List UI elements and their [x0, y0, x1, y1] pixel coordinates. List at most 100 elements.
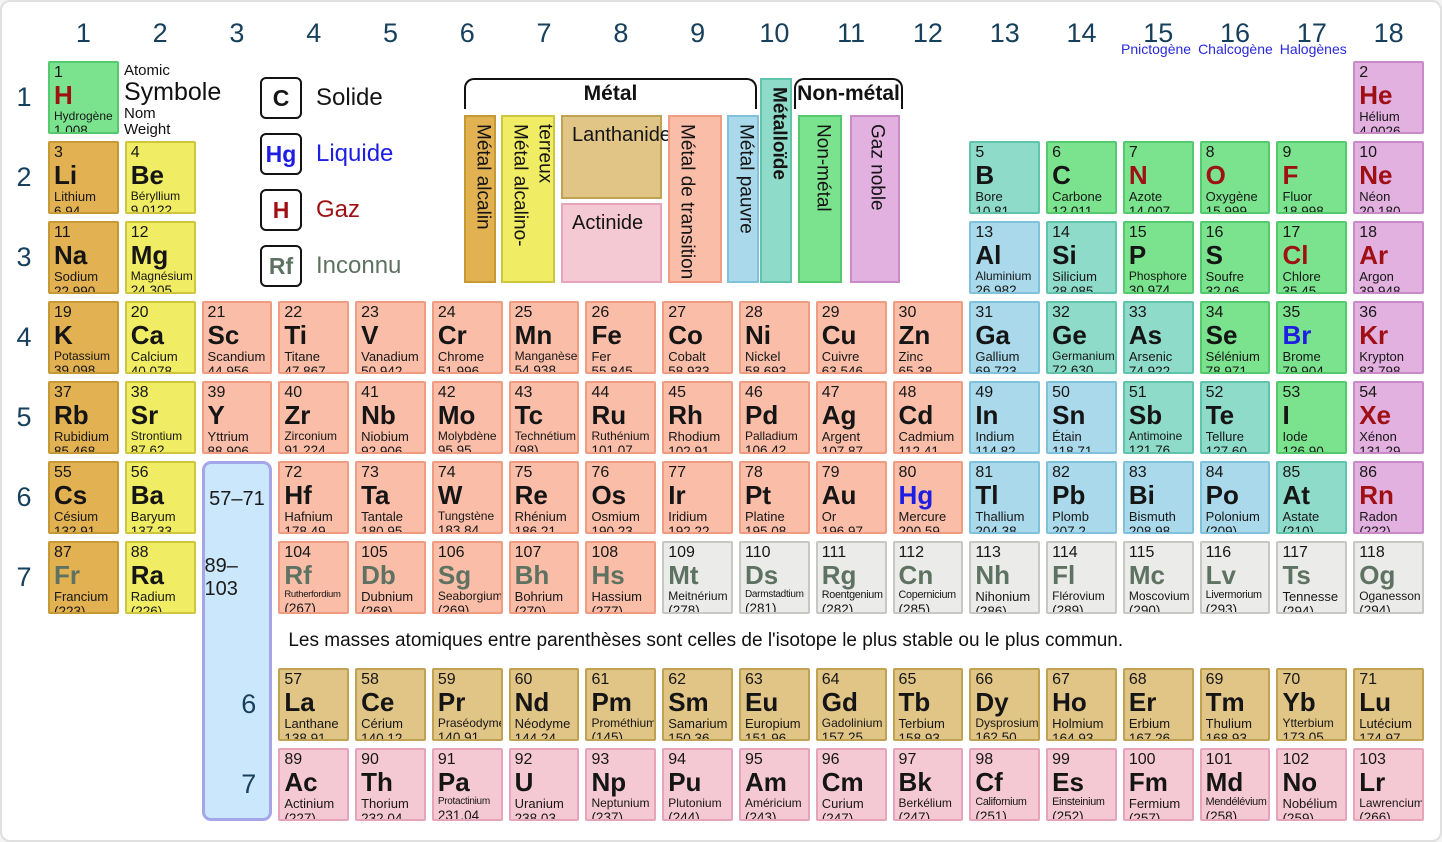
element-cu[interactable]: 29CuCuivre63,546 — [816, 301, 887, 374]
element-tb[interactable]: 65TbTerbium158,93 — [893, 668, 964, 741]
element-hf[interactable]: 72HfHafnium178,49 — [278, 461, 349, 534]
element-ir[interactable]: 77IrIridium192,22 — [662, 461, 733, 534]
element-s[interactable]: 16SSoufre32,06 — [1200, 221, 1271, 294]
element-b[interactable]: 5BBore10,81 — [969, 141, 1040, 214]
element-ho[interactable]: 67HoHolmium164,93 — [1046, 668, 1117, 741]
element-na[interactable]: 11NaSodium22,990 — [48, 221, 119, 294]
element-rb[interactable]: 37RbRubidium85,468 — [48, 381, 119, 454]
element-pu[interactable]: 94PuPlutonium(244) — [662, 748, 733, 821]
element-re[interactable]: 75ReRhénium186,21 — [509, 461, 580, 534]
element-sc[interactable]: 21ScScandium44,956 — [202, 301, 273, 374]
element-kr[interactable]: 36KrKrypton83,798 — [1353, 301, 1424, 374]
element-y[interactable]: 39YYttrium88,906 — [202, 381, 273, 454]
element-ac[interactable]: 89AcActinium(227) — [278, 748, 349, 821]
element-be[interactable]: 4BeBéryllium9,0122 — [125, 141, 196, 214]
element-ag[interactable]: 47AgArgent107,87 — [816, 381, 887, 454]
element-bk[interactable]: 97BkBerkélium(247) — [893, 748, 964, 821]
element-db[interactable]: 105DbDubnium(268) — [355, 541, 426, 614]
element-cn[interactable]: 112CnCopernicium(285) — [893, 541, 964, 614]
element-cf[interactable]: 98CfCalifornium(251) — [969, 748, 1040, 821]
element-ge[interactable]: 32GeGermanium72,630 — [1046, 301, 1117, 374]
element-u[interactable]: 92UUranium238,03 — [509, 748, 580, 821]
element-am[interactable]: 95AmAméricium(243) — [739, 748, 810, 821]
element-te[interactable]: 52TeTellure127,60 — [1200, 381, 1271, 454]
element-o[interactable]: 8OOxygène15,999 — [1200, 141, 1271, 214]
element-zn[interactable]: 30ZnZinc65,38 — [893, 301, 964, 374]
element-es[interactable]: 99EsEinsteinium(252) — [1046, 748, 1117, 821]
element-i[interactable]: 53IIode126,90 — [1276, 381, 1347, 454]
element-lv[interactable]: 116LvLivermorium(293) — [1200, 541, 1271, 614]
element-rg[interactable]: 111RgRoentgenium(282) — [816, 541, 887, 614]
element-he[interactable]: 2HeHélium4,0026 — [1353, 61, 1424, 134]
element-in[interactable]: 49InIndium114,82 — [969, 381, 1040, 454]
element-li[interactable]: 3LiLithium6,94 — [48, 141, 119, 214]
element-fm[interactable]: 100FmFermium(257) — [1123, 748, 1194, 821]
element-fl[interactable]: 114FlFlérovium(289) — [1046, 541, 1117, 614]
element-ds[interactable]: 110DsDarmstadtium(281) — [739, 541, 810, 614]
element-cm[interactable]: 96CmCurium(247) — [816, 748, 887, 821]
element-bh[interactable]: 107BhBohrium(270) — [509, 541, 580, 614]
element-mo[interactable]: 42MoMolybdène95,95 — [432, 381, 503, 454]
element-rh[interactable]: 45RhRhodium102,91 — [662, 381, 733, 454]
element-fe[interactable]: 26FeFer55,845 — [585, 301, 656, 374]
element-ti[interactable]: 22TiTitane47,867 — [278, 301, 349, 374]
element-w[interactable]: 74WTungstène183,84 — [432, 461, 503, 534]
element-co[interactable]: 27CoCobalt58,933 — [662, 301, 733, 374]
element-ru[interactable]: 44RuRuthénium101,07 — [585, 381, 656, 454]
element-th[interactable]: 90ThThorium232,04 — [355, 748, 426, 821]
element-ar[interactable]: 18ArArgon39,948 — [1353, 221, 1424, 294]
element-f[interactable]: 9FFluor18,998 — [1276, 141, 1347, 214]
element-sg[interactable]: 106SgSeaborgium(269) — [432, 541, 503, 614]
element-nh[interactable]: 113NhNihonium(286) — [969, 541, 1040, 614]
element-rn[interactable]: 86RnRadon(222) — [1353, 461, 1424, 534]
element-cr[interactable]: 24CrChrome51,996 — [432, 301, 503, 374]
element-la[interactable]: 57LaLanthane138,91 — [278, 668, 349, 741]
element-nd[interactable]: 60NdNéodyme144,24 — [509, 668, 580, 741]
element-xe[interactable]: 54XeXénon131,29 — [1353, 381, 1424, 454]
element-os[interactable]: 76OsOsmium190,23 — [585, 461, 656, 534]
element-ga[interactable]: 31GaGallium69,723 — [969, 301, 1040, 374]
element-pa[interactable]: 91PaProtactinium231,04 — [432, 748, 503, 821]
element-ts[interactable]: 117TsTennesse(294) — [1276, 541, 1347, 614]
element-gd[interactable]: 64GdGadolinium157,25 — [816, 668, 887, 741]
element-ta[interactable]: 73TaTantale180,95 — [355, 461, 426, 534]
element-np[interactable]: 93NpNeptunium(237) — [585, 748, 656, 821]
element-pb[interactable]: 82PbPlomb207,2 — [1046, 461, 1117, 534]
element-mc[interactable]: 115McMoscovium(290) — [1123, 541, 1194, 614]
element-sb[interactable]: 51SbAntimoine121,76 — [1123, 381, 1194, 454]
element-mg[interactable]: 12MgMagnésium24,305 — [125, 221, 196, 294]
element-at[interactable]: 85AtAstate(210) — [1276, 461, 1347, 534]
element-nb[interactable]: 41NbNiobium92,906 — [355, 381, 426, 454]
element-mt[interactable]: 109MtMeitnérium(278) — [662, 541, 733, 614]
element-al[interactable]: 13AlAluminium26,982 — [969, 221, 1040, 294]
element-sr[interactable]: 38SrStrontium87,62 — [125, 381, 196, 454]
element-md[interactable]: 101MdMendélévium(258) — [1200, 748, 1271, 821]
element-cs[interactable]: 55CsCésium132,91 — [48, 461, 119, 534]
element-v[interactable]: 23VVanadium50,942 — [355, 301, 426, 374]
element-tm[interactable]: 69TmThulium168,93 — [1200, 668, 1271, 741]
element-hg[interactable]: 80HgMercure200,59 — [893, 461, 964, 534]
element-si[interactable]: 14SiSilicium28,085 — [1046, 221, 1117, 294]
element-mn[interactable]: 25MnManganèse54,938 — [509, 301, 580, 374]
element-au[interactable]: 79AuOr196,97 — [816, 461, 887, 534]
element-p[interactable]: 15PPhosphore30,974 — [1123, 221, 1194, 294]
element-pr[interactable]: 59PrPraséodyme140,91 — [432, 668, 503, 741]
element-as[interactable]: 33AsArsenic74,922 — [1123, 301, 1194, 374]
element-n[interactable]: 7NAzote14,007 — [1123, 141, 1194, 214]
element-pm[interactable]: 61PmProméthium(145) — [585, 668, 656, 741]
element-dy[interactable]: 66DyDysprosium162,50 — [969, 668, 1040, 741]
element-ne[interactable]: 10NeNéon20,180 — [1353, 141, 1424, 214]
element-lu[interactable]: 71LuLutécium174,97 — [1353, 668, 1424, 741]
element-ba[interactable]: 56BaBaryum137,33 — [125, 461, 196, 534]
element-og[interactable]: 118OgOganesson(294) — [1353, 541, 1424, 614]
element-zr[interactable]: 40ZrZirconium91,224 — [278, 381, 349, 454]
element-h[interactable]: 1HHydrogène1,008 — [48, 61, 119, 134]
element-hs[interactable]: 108HsHassium(277) — [585, 541, 656, 614]
element-cd[interactable]: 48CdCadmium112,41 — [893, 381, 964, 454]
element-ca[interactable]: 20CaCalcium40,078 — [125, 301, 196, 374]
element-sm[interactable]: 62SmSamarium150,36 — [662, 668, 733, 741]
element-ni[interactable]: 28NiNickel58,693 — [739, 301, 810, 374]
element-ce[interactable]: 58CeCérium140,12 — [355, 668, 426, 741]
element-sn[interactable]: 50SnÉtain118,71 — [1046, 381, 1117, 454]
element-tl[interactable]: 81TlThallium204,38 — [969, 461, 1040, 534]
